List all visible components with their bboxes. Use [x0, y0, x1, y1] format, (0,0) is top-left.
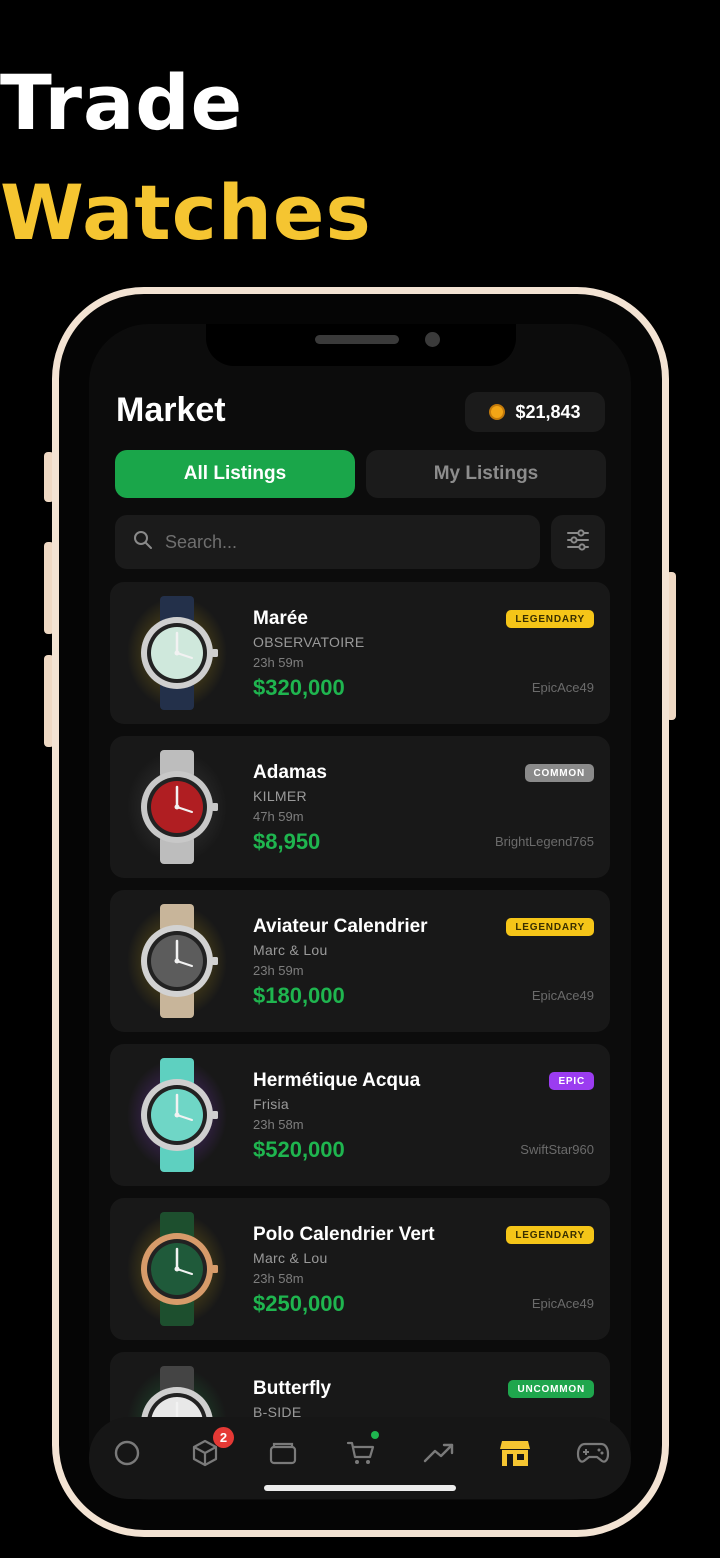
hero-title-watches: Watches	[0, 168, 372, 257]
rarity-badge: EPIC	[549, 1072, 594, 1090]
listing-card[interactable]: Hermétique Acqua Frisia 23h 58m $520,000 Swi…	[110, 1044, 610, 1186]
watch-image	[126, 904, 228, 1018]
watch-price: $520,000	[253, 1137, 345, 1162]
nav-wallet[interactable]	[263, 1435, 303, 1475]
rarity-badge: UNCOMMON	[508, 1380, 594, 1398]
tab-all-listings[interactable]: All Listings	[115, 450, 355, 498]
watch-name: Butterfly	[253, 1378, 332, 1399]
seller-name[interactable]: EpicAce49	[532, 988, 594, 1003]
page-title: Market	[116, 391, 226, 429]
watch-image	[126, 1212, 228, 1326]
listings-list[interactable]: Marée OBSERVATOIRE 23h 59m $320,000 EpicAce4…	[89, 580, 631, 1500]
rarity-badge: LEGENDARY	[506, 610, 594, 628]
phone-notch	[206, 324, 516, 366]
watch-price: $180,000	[253, 983, 345, 1008]
tab-my-listings[interactable]: My Listings	[366, 450, 606, 498]
sliders-icon	[566, 528, 590, 556]
watch-image	[126, 1058, 228, 1172]
balance-pill[interactable]: $21,843	[465, 392, 605, 432]
listing-card[interactable]: Adamas KILMER 47h 59m $8,950 BrightLegend765…	[110, 736, 610, 878]
search-input[interactable]	[165, 531, 515, 553]
watch-name: Marée	[253, 608, 308, 629]
nav-home[interactable]	[107, 1435, 147, 1475]
time-remaining: 23h 58m	[253, 1117, 304, 1132]
coin-icon	[489, 404, 506, 420]
nav-trends[interactable]	[419, 1435, 459, 1475]
watch-name: Adamas	[253, 762, 327, 783]
seller-name[interactable]: BrightLegend765	[495, 834, 594, 849]
listing-card[interactable]: Aviateur Calendrier Marc & Lou 23h 59m $180…	[110, 890, 610, 1032]
watch-brand: Frisia	[253, 1096, 290, 1112]
search-icon	[133, 530, 153, 555]
listing-card[interactable]: Marée OBSERVATOIRE 23h 59m $320,000 EpicAce4…	[110, 582, 610, 724]
store-icon	[498, 1437, 532, 1474]
phone-speaker	[315, 335, 399, 344]
seller-name[interactable]: EpicAce49	[532, 680, 594, 695]
wallet-icon	[268, 1439, 298, 1472]
watch-price: $320,000	[253, 675, 345, 700]
rarity-badge: COMMON	[524, 764, 594, 782]
time-remaining: 23h 59m	[253, 963, 304, 978]
time-remaining: 47h 59m	[253, 809, 304, 824]
trending-up-icon	[423, 1441, 455, 1470]
watch-name: Polo Calendrier Vert	[253, 1224, 435, 1245]
phone-camera	[425, 332, 440, 347]
seller-name[interactable]: SwiftStar960	[520, 1142, 594, 1157]
watch-image	[126, 596, 228, 710]
circle-icon	[113, 1439, 141, 1472]
nav-games[interactable]	[573, 1435, 613, 1475]
cart-icon	[346, 1439, 376, 1472]
cart-indicator-dot	[371, 1431, 379, 1439]
listing-card[interactable]: Polo Calendrier Vert Marc & Lou 23h 58m $25…	[110, 1198, 610, 1340]
rarity-badge: LEGENDARY	[506, 918, 594, 936]
home-indicator	[264, 1485, 456, 1491]
search-bar[interactable]	[115, 515, 540, 569]
watch-price: $8,950	[253, 829, 321, 854]
watch-brand: KILMER	[253, 788, 307, 804]
notification-badge: 2	[213, 1427, 234, 1448]
filter-button[interactable]	[551, 515, 605, 569]
balance-amount: $21,843	[515, 401, 581, 422]
watch-brand: OBSERVATOIRE	[253, 634, 365, 650]
watch-brand: Marc & Lou	[253, 942, 328, 958]
hero-title-trade: Trade	[0, 58, 244, 147]
seller-name[interactable]: EpicAce49	[532, 1296, 594, 1311]
watch-price: $250,000	[253, 1291, 345, 1316]
watch-name: Aviateur Calendrier	[253, 916, 428, 937]
watch-name: Hermétique Acqua	[253, 1070, 421, 1091]
watch-brand: Marc & Lou	[253, 1250, 328, 1266]
gamepad-icon	[576, 1440, 610, 1471]
rarity-badge: LEGENDARY	[506, 1226, 594, 1244]
time-remaining: 23h 58m	[253, 1271, 304, 1286]
watch-image	[126, 750, 228, 864]
nav-cart[interactable]	[341, 1435, 381, 1475]
nav-market[interactable]	[495, 1435, 535, 1475]
time-remaining: 23h 59m	[253, 655, 304, 670]
